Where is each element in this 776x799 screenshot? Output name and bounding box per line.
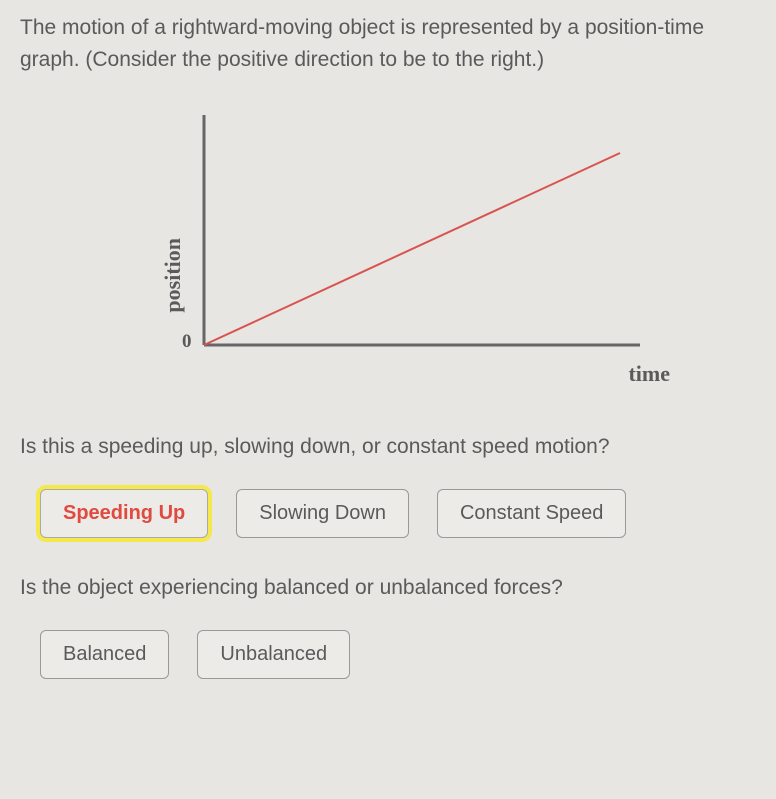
- chart-area: 0 time: [200, 115, 640, 375]
- question1-options: Speeding Up Slowing Down Constant Speed: [20, 489, 756, 538]
- question2-options: Balanced Unbalanced: [20, 630, 756, 679]
- question2-text: Is the object experiencing balanced or u…: [20, 576, 756, 600]
- balanced-button[interactable]: Balanced: [40, 630, 169, 679]
- chart-container: position 0 time: [160, 115, 756, 375]
- question1-text: Is this a speeding up, slowing down, or …: [20, 435, 756, 459]
- constant-speed-button[interactable]: Constant Speed: [437, 489, 626, 538]
- origin-label: 0: [182, 331, 192, 353]
- y-axis-label: position: [160, 178, 186, 313]
- speeding-up-button[interactable]: Speeding Up: [40, 489, 208, 538]
- slowing-down-button[interactable]: Slowing Down: [236, 489, 409, 538]
- unbalanced-button[interactable]: Unbalanced: [197, 630, 350, 679]
- prompt-text: The motion of a rightward-moving object …: [20, 12, 756, 75]
- position-time-chart: [200, 115, 640, 375]
- x-axis-label: time: [628, 361, 670, 387]
